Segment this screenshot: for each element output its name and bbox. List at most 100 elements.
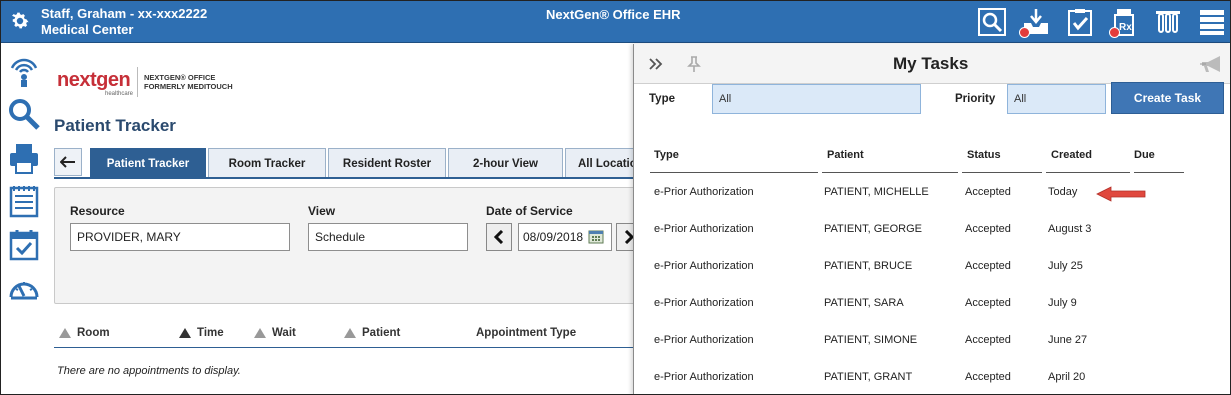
col-room[interactable]: Room <box>59 327 110 339</box>
col-patient[interactable]: Patient <box>344 327 400 339</box>
search-button[interactable] <box>971 5 1013 39</box>
sort-triangle-icon <box>344 328 356 338</box>
task-type: e-Prior Authorization <box>654 371 754 383</box>
task-type: e-Prior Authorization <box>654 223 754 235</box>
header-rule <box>962 172 1042 173</box>
task-type: e-Prior Authorization <box>654 297 754 309</box>
menu-button[interactable] <box>1191 5 1230 39</box>
tasks-header: My Tasks <box>634 44 1230 84</box>
user-location: Medical Center <box>41 22 134 37</box>
type-filter-label: Type <box>649 93 675 105</box>
rx-alert-dot <box>1109 27 1120 38</box>
labs-button[interactable] <box>1147 5 1189 39</box>
chevron-left-icon <box>494 230 504 244</box>
nextgen-logo: nextgen healthcare NEXTGEN® OFFICE FORME… <box>53 64 233 100</box>
logo-tagline-1: NEXTGEN® OFFICE <box>144 73 216 82</box>
top-bar: Staff, Graham - xx-xxx2222 Medical Cente… <box>1 1 1230 43</box>
schedule-button[interactable] <box>7 227 41 261</box>
appointments-header: Room Time Wait Patient Appointment Type <box>54 324 633 348</box>
tasks-col-patient[interactable]: Patient <box>827 149 864 161</box>
create-task-button[interactable]: Create Task <box>1111 82 1224 114</box>
gauge-icon <box>9 282 39 300</box>
resource-field[interactable]: PROVIDER, MARY <box>70 223 290 251</box>
logo-text: nextgen <box>57 69 131 91</box>
view-select[interactable]: Schedule <box>308 223 468 251</box>
task-patient: PATIENT, SIMONE <box>824 334 918 346</box>
calendar-icon[interactable] <box>588 230 604 244</box>
my-tasks-panel: My Tasks Type All Priority All Create Ta… <box>633 44 1230 394</box>
tab-underline <box>54 177 633 179</box>
inbox-alert-dot <box>1019 27 1030 38</box>
tab-room-tracker[interactable]: Room Tracker <box>208 148 326 178</box>
tasks-col-due[interactable]: Due <box>1134 149 1155 161</box>
col-wait[interactable]: Wait <box>254 327 296 339</box>
notes-button[interactable] <box>7 184 41 218</box>
app-window: Staff, Graham - xx-xxx2222 Medical Cente… <box>0 0 1231 395</box>
col-appointment-type[interactable]: Appointment Type <box>476 327 576 339</box>
date-value: 08/09/2018 <box>523 230 584 244</box>
task-created: June 27 <box>1048 334 1088 346</box>
lab-tubes-icon <box>1156 11 1180 33</box>
sort-triangle-icon <box>59 328 71 338</box>
empty-message: There are no appointments to display. <box>57 365 241 377</box>
task-created: July 25 <box>1048 260 1083 272</box>
task-created: July 9 <box>1048 297 1077 309</box>
task-patient: PATIENT, SARA <box>824 297 904 309</box>
telehealth-button[interactable] <box>7 54 41 88</box>
task-status: Accepted <box>965 186 1011 198</box>
top-toolbar: Rx <box>971 5 1230 39</box>
task-patient: PATIENT, GEORGE <box>824 223 922 235</box>
print-button[interactable] <box>7 141 41 175</box>
tasks-col-type[interactable]: Type <box>654 149 679 161</box>
send-announce-icon[interactable] <box>1200 54 1226 74</box>
date-of-service-label: Date of Service <box>486 204 573 218</box>
search-icon <box>978 8 1006 36</box>
header-rule <box>822 172 958 173</box>
user-name: Staff, Graham - xx-xxx2222 <box>41 6 208 21</box>
rail-search-button[interactable] <box>7 97 41 131</box>
search-icon <box>9 99 40 130</box>
collapse-panel-icon[interactable] <box>646 54 666 74</box>
task-type: e-Prior Authorization <box>654 334 754 346</box>
priority-filter-field[interactable]: All <box>1007 84 1106 114</box>
tasks-button[interactable] <box>1059 5 1101 39</box>
inbox-button[interactable] <box>1015 5 1057 39</box>
arrow-pointer-icon <box>1096 186 1146 202</box>
patient-tracker-panel: nextgen healthcare NEXTGEN® OFFICE FORME… <box>45 44 683 394</box>
sort-triangle-icon <box>179 328 191 338</box>
task-status: Accepted <box>965 334 1011 346</box>
notepad-icon <box>9 186 39 218</box>
svg-text:Rx: Rx <box>1119 22 1132 33</box>
task-status: Accepted <box>965 297 1011 309</box>
task-created: August 3 <box>1048 223 1092 235</box>
col-room-label: Room <box>77 327 110 339</box>
logo-mark: nextgen healthcare <box>53 67 133 97</box>
dashboard-button[interactable] <box>7 271 41 305</box>
col-time-label: Time <box>197 327 224 339</box>
clipboard-check-icon <box>1068 9 1092 36</box>
list-menu-icon <box>1200 10 1224 35</box>
task-patient: PATIENT, MICHELLE <box>824 186 929 198</box>
rx-button[interactable]: Rx <box>1103 5 1145 39</box>
prev-date-button[interactable] <box>486 223 512 251</box>
tasks-col-status[interactable]: Status <box>967 149 1001 161</box>
view-label: View <box>308 204 336 218</box>
gear-icon[interactable] <box>9 10 31 32</box>
type-filter-field[interactable]: All <box>712 84 921 114</box>
tab-2-hour-view[interactable]: 2-hour View <box>448 148 563 178</box>
resource-label: Resource <box>70 204 125 218</box>
date-field[interactable]: 08/09/2018 <box>518 223 612 251</box>
tab-patient-tracker[interactable]: Patient Tracker <box>90 148 206 178</box>
tab-resident-roster[interactable]: Resident Roster <box>328 148 446 178</box>
back-button[interactable] <box>54 148 82 176</box>
task-status: Accepted <box>965 223 1011 235</box>
col-time[interactable]: Time <box>179 327 224 339</box>
pin-icon[interactable] <box>684 54 704 74</box>
filter-panel: Resource PROVIDER, MARY View Schedule Da… <box>54 187 644 304</box>
logo-divider <box>137 67 138 97</box>
logo-tagline: NEXTGEN® OFFICE FORMERLY MEDITOUCH <box>144 73 233 91</box>
signal-person-icon <box>10 58 38 87</box>
tasks-col-created[interactable]: Created <box>1051 149 1092 161</box>
user-info: Staff, Graham - xx-xxx2222 Medical Cente… <box>41 6 207 38</box>
col-wait-label: Wait <box>272 327 296 339</box>
